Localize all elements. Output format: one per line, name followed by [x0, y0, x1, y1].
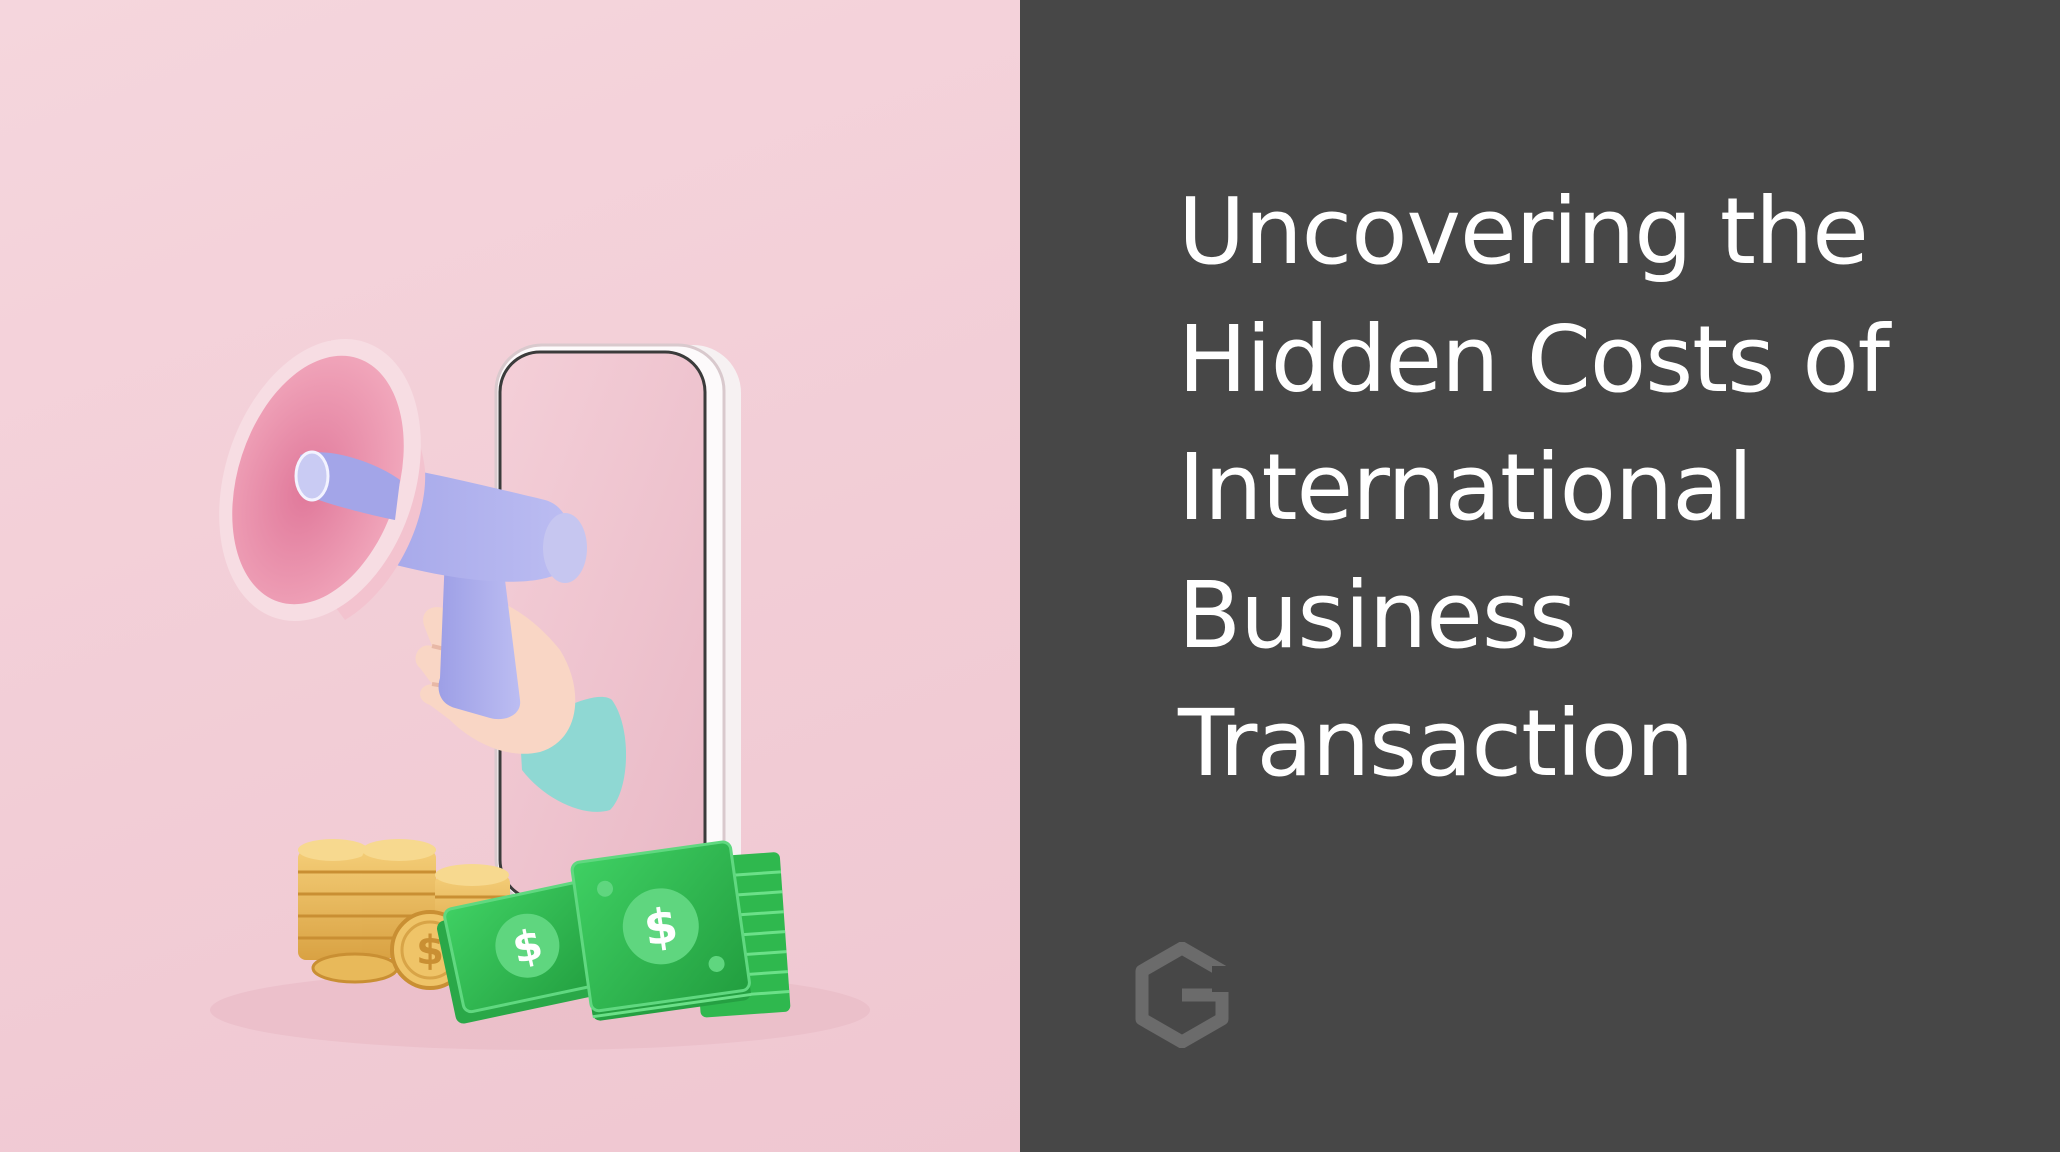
title-line-5: Transaction — [1178, 690, 1694, 797]
hero-illustration: $ $ $ — [0, 0, 1020, 1152]
illustration-canvas: $ $ $ — [210, 339, 870, 1050]
title-line-4: Business — [1178, 562, 1577, 669]
banner: $ $ $ Uncovering the Hidden Costs of Int… — [0, 0, 2060, 1152]
title-line-3: International — [1178, 434, 1753, 541]
page-title: Uncovering the Hidden Costs of Internati… — [1178, 168, 1998, 808]
title-line-1: Uncovering the — [1178, 178, 1869, 285]
title-line-2: Hidden Costs of — [1178, 306, 1890, 413]
hexagon-logo-icon — [1135, 942, 1232, 1048]
title-panel: Uncovering the Hidden Costs of Internati… — [1020, 0, 2060, 1152]
